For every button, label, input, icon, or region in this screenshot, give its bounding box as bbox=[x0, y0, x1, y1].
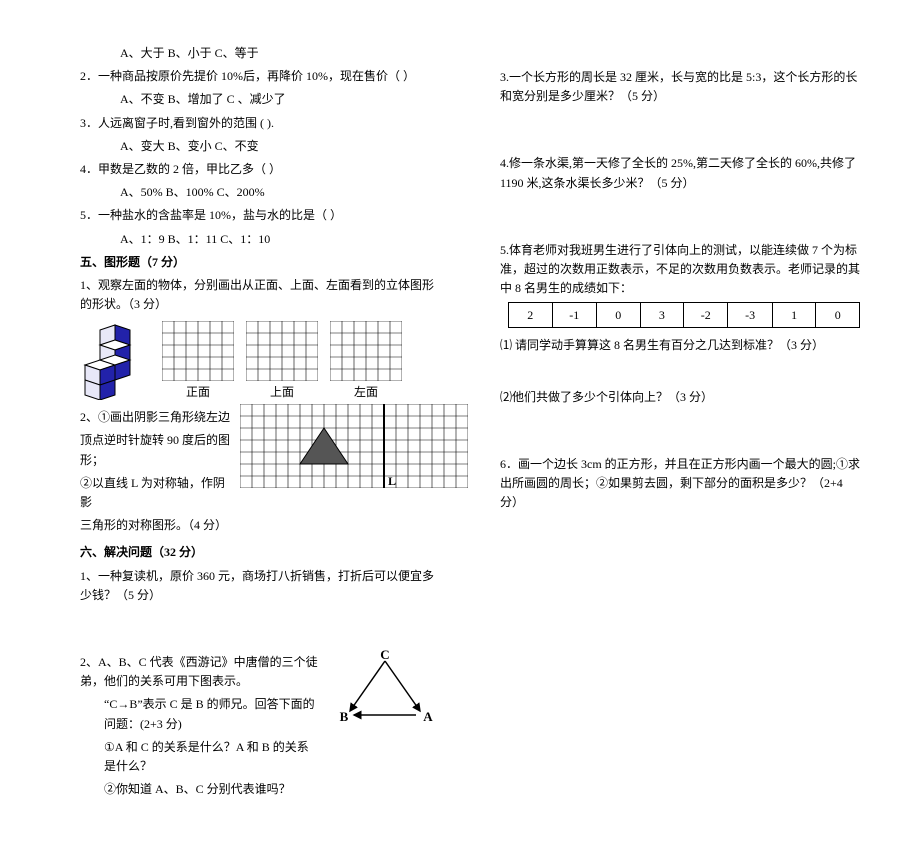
section-5-title: 五、图形题（7 分） bbox=[80, 253, 440, 272]
q-opts-1: A、大于 B、小于 C、等于 bbox=[80, 44, 440, 63]
tri-A: A bbox=[423, 709, 433, 724]
cell-1: -1 bbox=[552, 303, 596, 328]
q4-opts: A、50% B、100% C、200% bbox=[80, 183, 440, 202]
cubes-and-grids: 正面 上面 bbox=[80, 320, 440, 400]
s5q2d: 三角形的对称图形。（4 分） bbox=[80, 516, 230, 535]
s5q2a: 2、①画出阴影三角形绕左边 bbox=[80, 408, 230, 427]
s6q2c: ①A 和 C 的关系是什么？A 和 B 的关系是什么？ bbox=[80, 738, 320, 776]
label-left: 左面 bbox=[330, 383, 402, 400]
cubes-figure bbox=[80, 320, 150, 400]
cell-7: 0 bbox=[816, 303, 860, 328]
q4: 4．甲数是乙数的 2 倍，甲比乙多（ ） bbox=[80, 160, 440, 179]
label-front: 正面 bbox=[162, 383, 234, 400]
rq4: 4.修一条水渠,第一天修了全长的 25%,第二天修了全长的 60%,共修了 11… bbox=[500, 154, 860, 192]
s6q1: 1、一种复读机，原价 360 元，商场打八折销售，打折后可以便宜多少钱？（5 分… bbox=[80, 567, 440, 605]
score-table: 2 -1 0 3 -2 -3 1 0 bbox=[508, 302, 860, 328]
rq3: 3.一个长方形的周长是 32 厘米，长与宽的比是 5:3，这个长方形的长和宽分别… bbox=[500, 68, 860, 106]
section-6-title: 六、解决问题（32 分） bbox=[80, 543, 440, 562]
cell-0: 2 bbox=[509, 303, 553, 328]
grid-left bbox=[330, 321, 402, 381]
cell-4: -2 bbox=[684, 303, 728, 328]
s6q2a: 2、A、B、C 代表《西游记》中唐僧的三个徒弟，他们的关系可用下图表示。 bbox=[80, 653, 320, 691]
grid-front bbox=[162, 321, 234, 381]
s6q2b: “C→B”表示 C 是 B 的师兄。回答下面的问题：(2+3 分) bbox=[80, 695, 320, 733]
q2-opts: A、不变 B、增加了 C 、减少了 bbox=[80, 90, 440, 109]
grid-top bbox=[246, 321, 318, 381]
tri-C: C bbox=[380, 649, 389, 662]
q5-opts: A、1：9 B、1：11 C、1：10 bbox=[80, 230, 440, 249]
cell-5: -3 bbox=[728, 303, 772, 328]
axis-L-label: L bbox=[388, 474, 396, 489]
rq5b: ⑴ 请同学动手算算这 8 名男生有百分之几达到标准？（3 分） bbox=[500, 336, 860, 355]
cell-6: 1 bbox=[772, 303, 816, 328]
q3: 3．人远离窗子时,看到窗外的范围 ( ). bbox=[80, 114, 440, 133]
triangle-diagram: C B A bbox=[330, 649, 440, 729]
q2: 2．一种商品按原价先提价 10%后，再降价 10%，现在售价（ ） bbox=[80, 67, 440, 86]
label-top: 上面 bbox=[246, 383, 318, 400]
cell-3: 3 bbox=[640, 303, 684, 328]
s5q2c: ②以直线 L 为对称轴，作阴影 bbox=[80, 474, 230, 512]
s5q1: 1、观察左面的物体，分别画出从正面、上面、左面看到的立体图形的形状。（3 分） bbox=[80, 276, 440, 314]
q3-opts: A、变大 B、变小 C、不变 bbox=[80, 137, 440, 156]
rq5c: ⑵他们共做了多少个引体向上？（3 分） bbox=[500, 388, 860, 407]
s5q2b: 顶点逆时针旋转 90 度后的图形； bbox=[80, 431, 230, 469]
q5: 5．一种盐水的含盐率是 10%，盐与水的比是（ ） bbox=[80, 206, 440, 225]
rq5a: 5.体育老师对我班男生进行了引体向上的测试，以能连续做 7 个为标准，超过的次数… bbox=[500, 241, 860, 299]
rotation-grid bbox=[240, 404, 468, 488]
tri-B: B bbox=[340, 709, 349, 724]
cell-2: 0 bbox=[596, 303, 640, 328]
rq6: 6．画一个边长 3cm 的正方形，并且在正方形内画一个最大的圆;①求出所画圆的周… bbox=[500, 455, 860, 513]
s6q2d: ②你知道 A、B、C 分别代表谁吗？ bbox=[80, 780, 320, 799]
